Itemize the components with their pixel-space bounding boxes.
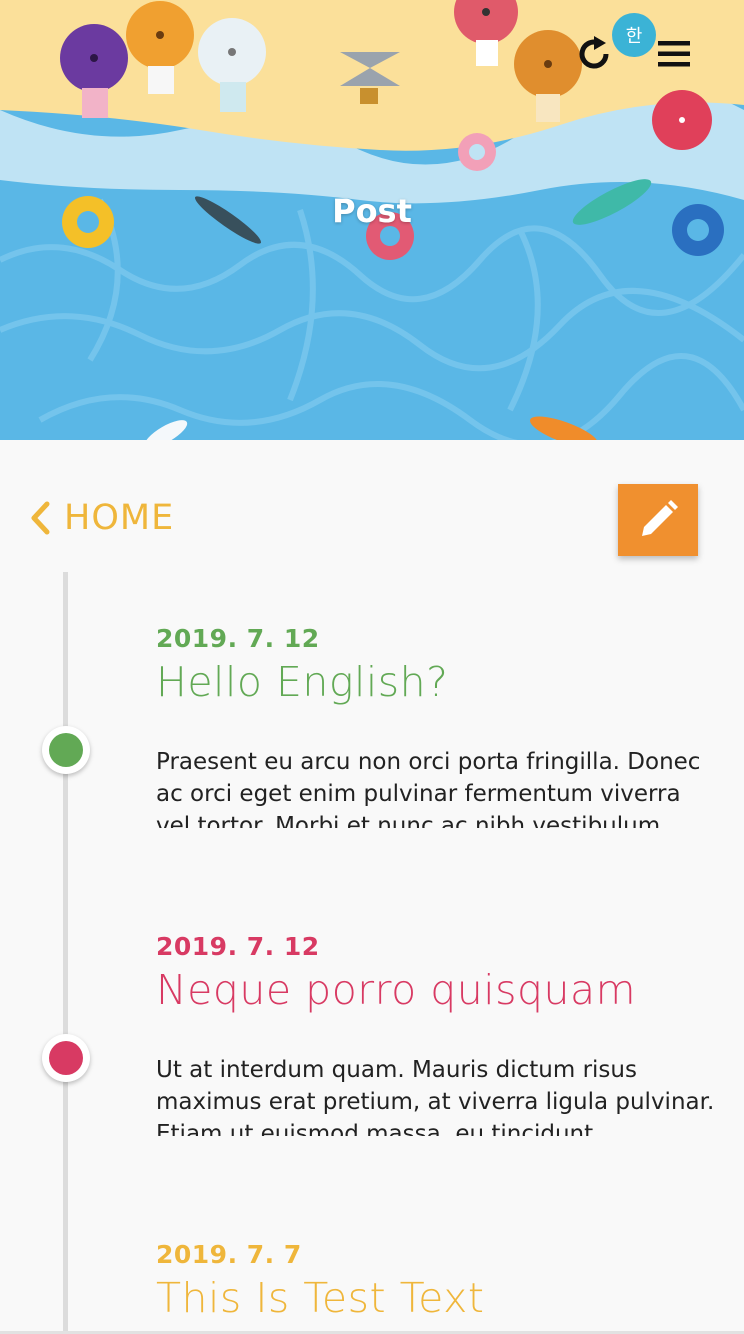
- header-illustration: Post 한: [0, 0, 744, 440]
- home-link[interactable]: HOME: [28, 498, 174, 538]
- edit-post-button[interactable]: [618, 484, 698, 556]
- language-badge[interactable]: 한: [612, 13, 656, 57]
- page-title: Post: [332, 192, 412, 230]
- post-title[interactable]: Hello English?: [156, 658, 448, 706]
- menu-icon: [658, 41, 690, 67]
- chevron-left-icon: [31, 501, 50, 535]
- home-label: HOME: [64, 498, 175, 538]
- post-title[interactable]: Neque porro quisquam: [156, 966, 636, 1014]
- refresh-icon: [579, 36, 609, 69]
- refresh-button[interactable]: [574, 34, 614, 74]
- post-excerpt: Praesent eu arcu non orci porta fringill…: [156, 749, 701, 828]
- post-date: 2019. 7. 7: [156, 1240, 302, 1269]
- post-date: 2019. 7. 12: [156, 624, 320, 653]
- pencil-icon: [642, 500, 678, 536]
- post-date: 2019. 7. 12: [156, 932, 320, 961]
- menu-button[interactable]: [656, 38, 692, 70]
- timeline-dot: [42, 726, 90, 774]
- post-title[interactable]: This Is Test Text: [156, 1274, 485, 1322]
- timeline-dot: [42, 1034, 90, 1082]
- post-excerpt: Ut at interdum quam. Mauris dictum risus…: [156, 1057, 715, 1136]
- timeline-line: [63, 572, 68, 1334]
